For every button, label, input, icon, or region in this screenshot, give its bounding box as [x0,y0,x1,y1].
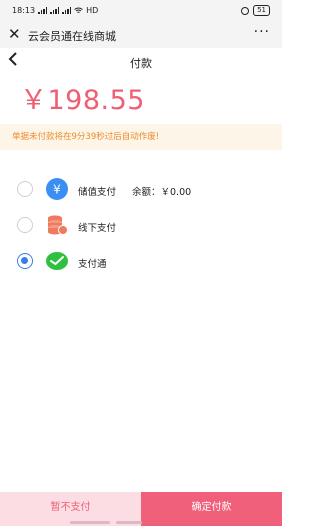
status-left: 18:13 HD [12,6,98,15]
signal-icon-3 [62,7,72,14]
radio-stored-value[interactable] [17,181,33,197]
status-right: 51 [241,5,270,16]
network-label: HD [86,6,99,15]
payment-option-paytong[interactable]: 支付通 [0,247,282,277]
payment-label: 线下支付 [78,223,117,234]
signal-icon [38,7,48,14]
signal-icon-2 [50,7,60,14]
close-icon[interactable]: ✕ [8,26,21,42]
page-title: 付款 [130,57,152,70]
home-indicator-2 [116,521,142,524]
status-time: 18:13 [12,6,36,15]
radio-paytong[interactable] [17,253,33,269]
svg-text:¥: ¥ [53,183,61,197]
payment-label: 储值支付 [78,187,117,198]
stored-value-yen-icon: ¥ [46,178,68,200]
battery-indicator: 51 [253,5,270,16]
more-icon[interactable]: ··· [254,24,270,40]
payment-label: 支付通 [78,259,107,270]
wechat-pay-icon [46,252,68,270]
payment-option-stored-value[interactable]: ¥ 储值支付 余额：￥0.00 [0,175,282,205]
alarm-icon [241,6,250,15]
radio-offline[interactable] [17,217,33,233]
wechat-title-bar: ✕ 云会员通在线商城 ··· [0,22,282,48]
home-indicator [70,521,110,524]
status-bar: 18:13 HD 51 [0,0,282,22]
mall-title: 云会员通在线商城 [28,30,116,43]
wifi-icon [74,7,83,13]
expiry-notice: 单据未付款将在9分39秒过后自动作废! [0,124,282,150]
payment-option-offline[interactable]: 线下支付 [0,211,282,241]
payment-amount: ￥198.55 [20,85,145,116]
stored-value-balance: 余额：￥0.00 [132,187,192,198]
footer-actions: 暂不支付 确定付款 [0,492,282,526]
confirm-payment-button[interactable]: 确定付款 [141,492,282,526]
offline-coins-icon [48,215,68,235]
nav-bar: 付款 [0,48,282,76]
